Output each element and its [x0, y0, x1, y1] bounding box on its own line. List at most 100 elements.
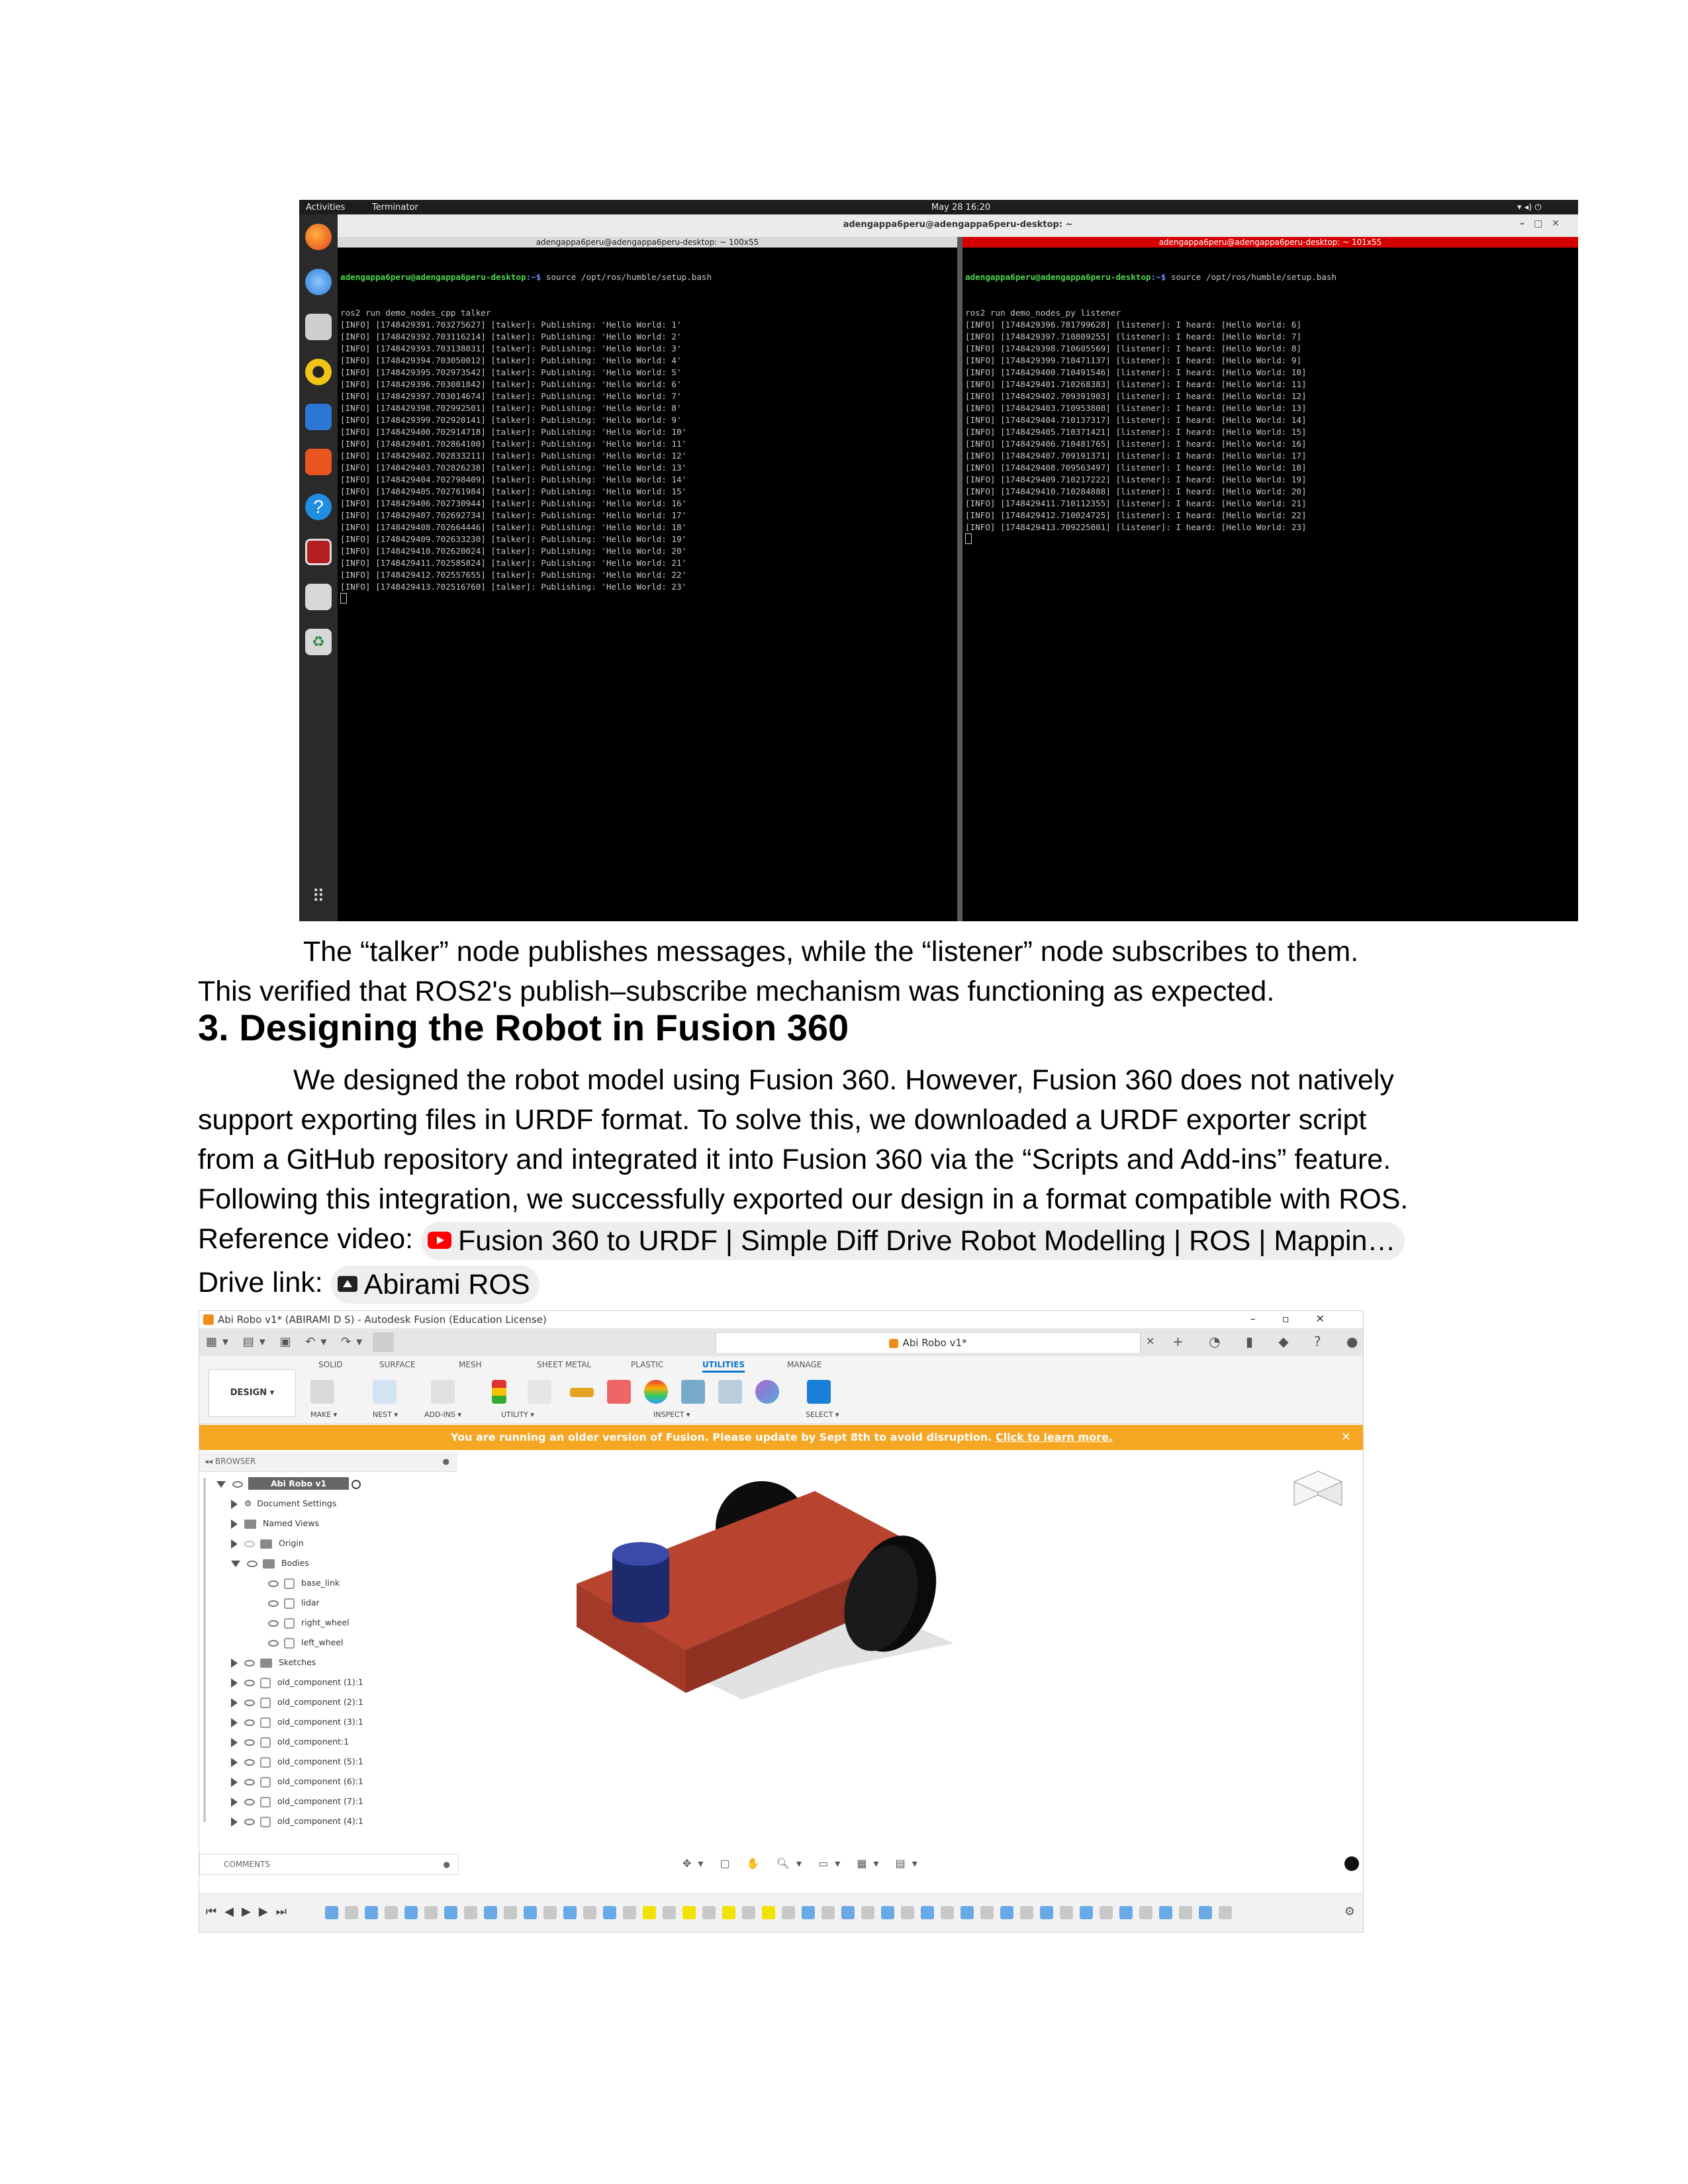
reference-video-chip[interactable]: Fusion 360 to URDF | Simple Diff Drive R… — [421, 1221, 1405, 1260]
utility-group-label[interactable]: UTILITY ▾ — [501, 1410, 534, 1419]
expand-icon[interactable] — [231, 1737, 238, 1747]
firefox-icon[interactable] — [305, 224, 332, 250]
visibility-icon[interactable] — [268, 1580, 279, 1587]
inspect-group-label[interactable]: INSPECT ▾ — [653, 1410, 690, 1419]
tree-origin[interactable]: Origin — [231, 1533, 304, 1553]
activate-radio-icon[interactable] — [352, 1479, 361, 1489]
tree-component[interactable]: old_component (6):1 — [231, 1772, 363, 1792]
tree-component[interactable]: old_component (3):1 — [231, 1712, 363, 1732]
visibility-icon[interactable] — [244, 1540, 255, 1547]
rhythmbox-icon[interactable] — [305, 359, 332, 385]
expand-icon[interactable] — [231, 1658, 238, 1668]
nest-group-label[interactable]: NEST ▾ — [373, 1410, 398, 1419]
visibility-icon[interactable] — [244, 1699, 255, 1706]
tree-component[interactable]: old_component (4):1 — [231, 1811, 363, 1831]
quick-access-toolbar[interactable]: ▦▾ ▤▾ ▣ ↶▾ ↷▾ — [206, 1335, 367, 1349]
visibility-icon[interactable] — [244, 1719, 255, 1726]
visibility-icon[interactable] — [244, 1798, 255, 1805]
right-terminal-pane[interactable]: adengappa6peru@adengappa6peru-desktop: ~… — [962, 237, 1578, 921]
visibility-icon[interactable] — [268, 1619, 279, 1627]
tab-utilities[interactable]: UTILITIES — [702, 1360, 745, 1373]
visibility-icon[interactable] — [268, 1639, 279, 1647]
timeline-feature-icon[interactable] — [325, 1906, 338, 1919]
expand-icon[interactable] — [231, 1678, 238, 1688]
workspace-switcher[interactable]: DESIGN ▾ — [209, 1369, 296, 1417]
timeline-feature-icon[interactable] — [1219, 1906, 1232, 1919]
visibility-icon[interactable] — [244, 1659, 255, 1666]
timeline-feature-icon[interactable] — [821, 1906, 835, 1919]
tab-sheet-metal[interactable]: SHEET METAL — [537, 1360, 591, 1369]
fusion-window-controls[interactable]: –▫✕ — [1250, 1312, 1351, 1325]
visibility-icon[interactable] — [244, 1679, 255, 1686]
expand-icon[interactable] — [231, 1777, 238, 1787]
activities-button[interactable]: Activities — [306, 203, 345, 212]
timeline-feature-icon[interactable] — [1159, 1906, 1172, 1919]
window-controls[interactable]: –□✕ — [1520, 218, 1569, 229]
timeline-feature-icon[interactable] — [464, 1906, 477, 1919]
timeline-feature-icon[interactable] — [1100, 1906, 1113, 1919]
select-group-label[interactable]: SELECT ▾ — [806, 1410, 839, 1419]
writer-icon[interactable] — [305, 404, 332, 430]
draft-analysis-icon[interactable] — [681, 1380, 705, 1404]
3d-viewport[interactable] — [457, 1451, 1364, 1848]
interference-icon[interactable] — [607, 1380, 631, 1404]
chat-icon[interactable] — [1344, 1856, 1359, 1871]
tab-bar-tools[interactable]: + ◔ ▮ ◆ ? ● — [1172, 1334, 1363, 1349]
timeline-feature-icon[interactable] — [663, 1906, 676, 1919]
tab-mesh[interactable]: MESH — [459, 1360, 482, 1369]
show-apps-icon[interactable]: ⠿ — [305, 883, 332, 909]
timeline-feature-icon[interactable] — [504, 1906, 517, 1919]
tree-component[interactable]: old_component (5):1 — [231, 1752, 363, 1772]
timeline-feature-icon[interactable] — [861, 1906, 874, 1919]
timeline-feature-icon[interactable] — [385, 1906, 398, 1919]
pane-splitter[interactable] — [957, 237, 962, 921]
timeline-feature-icon[interactable] — [424, 1906, 438, 1919]
add-ins-group-label[interactable]: ADD-INS ▾ — [424, 1410, 461, 1419]
timeline-feature-icon[interactable] — [742, 1906, 755, 1919]
timeline-feature-icon[interactable] — [782, 1906, 795, 1919]
thunderbird-icon[interactable] — [305, 269, 332, 295]
tree-body-item[interactable]: lidar — [268, 1593, 320, 1613]
visibility-icon[interactable] — [244, 1739, 255, 1746]
add-ins-icon[interactable] — [431, 1380, 455, 1404]
timeline-feature-icon[interactable] — [722, 1906, 735, 1919]
tab-surface[interactable]: SURFACE — [379, 1360, 416, 1369]
expand-icon[interactable] — [231, 1757, 238, 1767]
expand-icon[interactable] — [231, 1519, 238, 1529]
measure-icon[interactable] — [570, 1388, 594, 1397]
timeline-feature-icon[interactable] — [345, 1906, 358, 1919]
tab-manage[interactable]: MANAGE — [787, 1360, 821, 1369]
comments-add-icon[interactable]: ● — [444, 1854, 450, 1874]
tab-solid[interactable]: SOLID — [318, 1360, 343, 1369]
timeline-feature-icon[interactable] — [1119, 1906, 1133, 1919]
tree-component[interactable]: old_component (1):1 — [231, 1672, 363, 1692]
view-cube[interactable] — [1293, 1471, 1343, 1506]
expand-icon[interactable] — [231, 1698, 238, 1707]
tree-body-item[interactable]: left_wheel — [268, 1633, 344, 1653]
disk-icon[interactable] — [305, 584, 332, 610]
expand-icon[interactable] — [231, 1499, 238, 1509]
collapse-icon[interactable]: ◂◂ — [205, 1457, 212, 1466]
visibility-icon[interactable] — [232, 1480, 243, 1488]
utility-traffic-icon[interactable] — [492, 1380, 506, 1404]
timeline-feature-icon[interactable] — [841, 1906, 855, 1919]
tree-component[interactable]: old_component (2):1 — [231, 1692, 363, 1712]
visibility-icon[interactable] — [244, 1778, 255, 1786]
robot-model[interactable] — [457, 1451, 1364, 1848]
visibility-icon[interactable] — [244, 1818, 255, 1825]
timeline-feature-icon[interactable] — [1040, 1906, 1053, 1919]
browser-scrollbar[interactable] — [203, 1478, 206, 1822]
banner-learn-more-link[interactable]: Click to learn more. — [996, 1431, 1113, 1443]
timeline-playback-controls[interactable]: ⏮◀▶▶⏭ — [206, 1905, 295, 1919]
curvature-icon[interactable] — [755, 1380, 779, 1404]
timeline-feature-icon[interactable] — [643, 1906, 656, 1919]
timeline-feature-icon[interactable] — [1179, 1906, 1192, 1919]
tree-body-item[interactable]: right_wheel — [268, 1613, 350, 1633]
timeline-feature-icon[interactable] — [563, 1906, 577, 1919]
tree-body-item[interactable]: base_link — [268, 1573, 340, 1593]
timeline-feature-icon[interactable] — [1020, 1906, 1033, 1919]
timeline-features[interactable] — [325, 1903, 1278, 1922]
document-tab[interactable]: Abi Robo v1* — [716, 1332, 1141, 1353]
expand-icon[interactable] — [231, 1817, 238, 1827]
expand-icon[interactable] — [231, 1539, 238, 1549]
